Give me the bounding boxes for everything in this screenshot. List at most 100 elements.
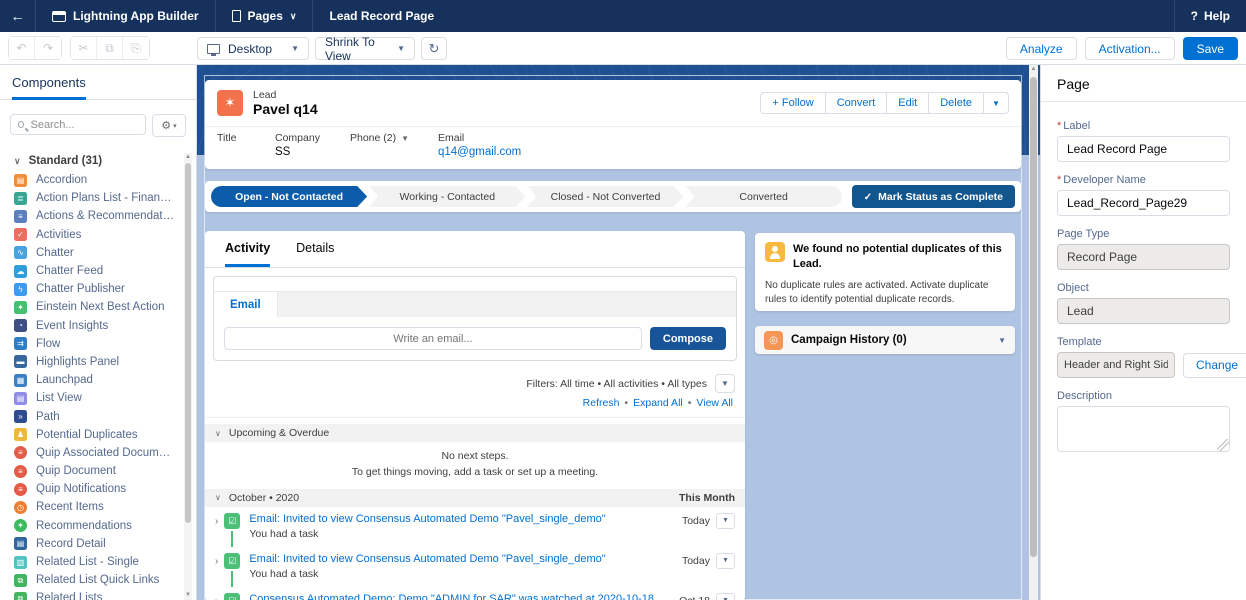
highlights-panel-component[interactable]: ✶ Lead Pavel q14 + Follow Convert Edit Dele… [205,80,1021,169]
undo-button[interactable]: ↶ [9,37,35,59]
scroll-up-icon[interactable]: ▲ [184,153,192,162]
path-stage[interactable]: Working - Contacted [369,186,525,207]
campaign-history-component[interactable]: ◎ Campaign History (0) ▼ [755,326,1015,354]
component-item[interactable]: ⧉ Related List Quick Links [14,571,196,589]
component-item[interactable]: ≡ Actions & Recommendations [14,207,196,225]
analyze-button[interactable]: Analyze [1005,37,1077,60]
component-item[interactable]: ▬ Highlights Panel [14,353,196,371]
task-icon: ☑ [224,592,241,600]
page-type-field-label: Page Type [1057,228,1110,240]
timeline-item-menu-button[interactable]: ▼ [716,592,735,600]
component-item[interactable]: ϟ Chatter Publisher [14,280,196,298]
compose-button[interactable]: Compose [649,327,726,350]
redo-button[interactable]: ↷ [35,37,61,59]
refresh-button[interactable]: ↻ [421,37,447,60]
record-field: Title [217,132,275,159]
follow-button[interactable]: + Follow [760,92,826,114]
lead-record-icon: ✶ [217,90,243,116]
pages-menu[interactable]: Pages ∨ [216,0,314,32]
scroll-up-icon[interactable]: ▲ [1029,66,1038,72]
scroll-down-icon[interactable]: ▼ [184,591,192,600]
component-item[interactable]: ⇉ Flow [14,335,196,353]
component-item[interactable]: ♟ Potential Duplicates [14,426,196,444]
timeline-item-title[interactable]: Email: Invited to view Consensus Automat… [249,553,674,565]
component-item[interactable]: » Path [14,407,196,425]
copy-button[interactable]: ⧉ [97,37,123,59]
component-search[interactable] [10,114,146,135]
path-component[interactable]: Open - Not Contacted Working - Contacted C… [205,181,1021,212]
more-actions-button[interactable]: ▼ [983,92,1009,114]
developer-name-field[interactable] [1057,190,1230,216]
component-item[interactable]: ☁ Chatter Feed [14,262,196,280]
timeline-item-menu-button[interactable]: ▼ [716,512,735,529]
path-stage[interactable]: Converted [685,186,842,207]
component-item[interactable]: ≡ Quip Associated Documents [14,444,196,462]
component-item[interactable]: ◷ Recent Items [14,498,196,516]
component-item[interactable]: ≣ Action Plans List - Financial Servi... [14,189,196,207]
component-item[interactable]: ▥ Related List - Single [14,553,196,571]
path-stage[interactable]: Open - Not Contacted [211,186,367,207]
record-field-value [350,146,438,159]
tab-activity[interactable]: Activity [225,241,271,267]
search-input[interactable] [30,118,138,131]
component-item[interactable]: ✓ Activities [14,226,196,244]
timeline-item-right: Today ▼ [682,512,735,529]
component-item[interactable]: ✦ Einstein Next Best Action [14,298,196,316]
timeline-item-title[interactable]: Email: Invited to view Consensus Automat… [249,513,674,525]
record-field-value[interactable]: q14@gmail.com [438,146,558,159]
component-item-label: Path [36,410,60,423]
description-field[interactable] [1057,406,1230,452]
refresh-link[interactable]: Refresh [583,397,620,409]
component-item[interactable]: ▤ Accordion [14,171,196,189]
expand-chevron-icon[interactable]: › [215,556,218,567]
email-compose-input[interactable] [224,327,642,350]
timeline-item-title[interactable]: Consensus Automated Demo: Demo "ADMIN fo… [249,593,671,600]
record-field: Phone (2) ▼ [350,132,438,159]
convert-button[interactable]: Convert [824,92,888,114]
chevron-down-icon: ∨ [215,428,221,438]
settings-menu-button[interactable]: ⚙ ▾ [152,114,186,137]
path-stage[interactable]: Closed - Not Converted [527,186,683,207]
activities-component[interactable]: Activity Details Email Compose Filters: A… [205,231,745,600]
chevron-down-icon[interactable]: ▼ [401,134,409,143]
paste-button[interactable]: ⎘ [123,37,149,59]
expand-chevron-icon[interactable]: › [215,596,218,600]
filter-icon[interactable]: ▼ [715,374,735,393]
tab-email[interactable]: Email [214,292,278,317]
zoom-selector[interactable]: Shrink To View ▼ [315,35,415,63]
timeline-item-menu-button[interactable]: ▼ [716,552,735,569]
view-all-link[interactable]: View All [696,397,733,409]
component-item[interactable]: ◔ Event Insights [14,317,196,335]
back-button[interactable]: ← [0,0,36,32]
topnav-spacer [450,0,1173,32]
label-field[interactable] [1057,136,1230,162]
tab-components[interactable]: Components [12,75,86,100]
change-template-button[interactable]: Change [1183,352,1246,378]
help-link[interactable]: ? Help [1173,0,1246,32]
standard-group-header[interactable]: ∨ Standard (31) [0,147,196,171]
component-item[interactable]: ≡ Quip Notifications [14,480,196,498]
component-item[interactable]: ▦ Launchpad [14,371,196,389]
upcoming-overdue-section[interactable]: ∨ Upcoming & Overdue [205,424,745,442]
month-section[interactable]: ∨ October • 2020 This Month [205,488,745,507]
potential-duplicates-component[interactable]: We found no potential duplicates of this… [755,233,1015,311]
expand-all-link[interactable]: Expand All [633,397,683,409]
components-scrollbar[interactable]: ▲ ▼ [184,153,192,600]
canvas-scrollbar[interactable]: ▲ [1029,65,1038,600]
delete-button[interactable]: Delete [928,92,984,114]
edit-button[interactable]: Edit [886,92,930,114]
component-item[interactable]: ≡ Quip Document [14,462,196,480]
component-item[interactable]: ∿ Chatter [14,244,196,262]
expand-chevron-icon[interactable]: › [215,516,218,527]
component-item[interactable]: ✦ Recommendations [14,517,196,535]
mark-status-complete-button[interactable]: ✓ Mark Status as Complete [851,185,1015,208]
component-item[interactable]: ▤ List View [14,389,196,407]
activation-button[interactable]: Activation... [1084,37,1175,60]
save-button[interactable]: Save [1182,37,1238,60]
device-selector[interactable]: Desktop ▼ [197,37,309,60]
cut-button[interactable]: ✂ [71,37,97,59]
chevron-down-icon[interactable]: ▼ [998,336,1006,345]
component-item[interactable]: ▤ Record Detail [14,535,196,553]
tab-details[interactable]: Details [296,241,334,267]
component-item[interactable]: ⧉ Related Lists [14,589,196,600]
